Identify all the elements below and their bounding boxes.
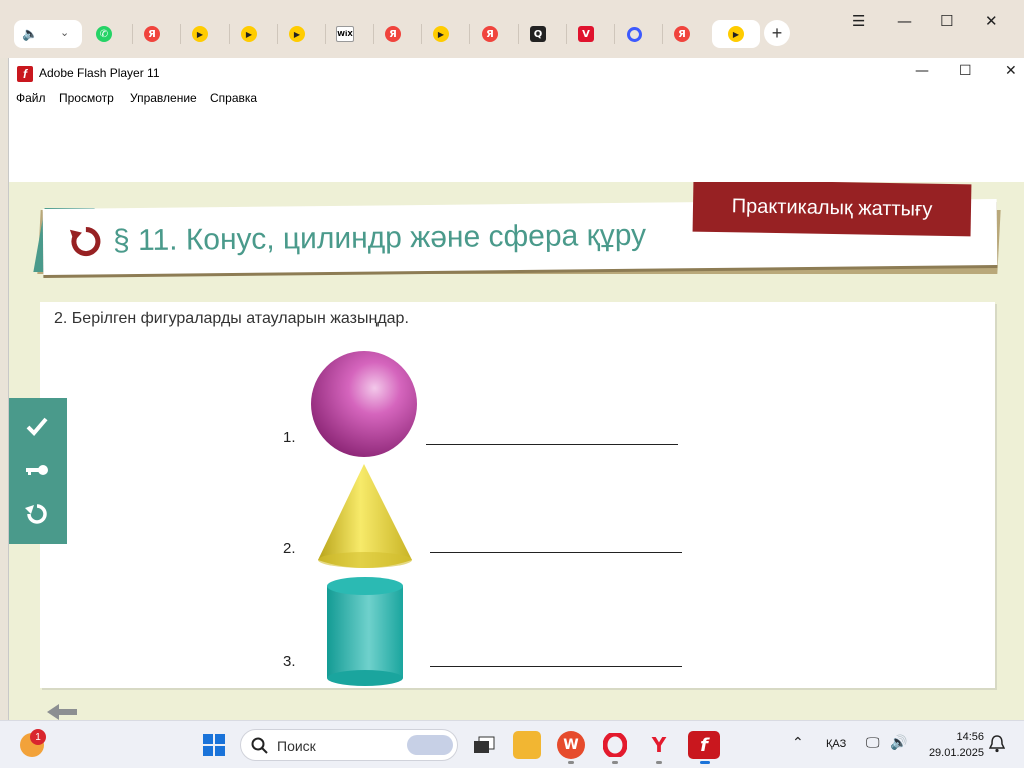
browser-minimize-button[interactable]: — xyxy=(897,12,912,30)
answer-line-2[interactable] xyxy=(430,552,682,553)
whatsapp-icon: ✆ xyxy=(96,26,112,42)
flash-player-window: f Adobe Flash Player 11 — ☐ ✕ Файл Просм… xyxy=(8,58,1024,720)
play-icon: ▶ xyxy=(241,26,257,42)
lesson-heading: § 11. Конус, цилиндр және сфера құру xyxy=(112,218,647,258)
search-highlight-image xyxy=(407,735,453,755)
clock-time: 14:56 xyxy=(956,731,984,743)
windows-start-icon[interactable] xyxy=(202,733,226,757)
cone-shape xyxy=(318,464,412,568)
yandex-browser-icon[interactable]: Y xyxy=(645,731,673,759)
play-icon: ▶ xyxy=(433,26,449,42)
menu-help[interactable]: Справка xyxy=(210,91,257,105)
tab-video-2[interactable]: ▶ xyxy=(225,20,273,48)
check-button[interactable] xyxy=(23,412,51,440)
opera-icon[interactable] xyxy=(601,731,629,759)
menu-control[interactable]: Управление xyxy=(130,91,197,105)
maximize-button[interactable]: ☐ xyxy=(959,63,972,79)
key-button[interactable] xyxy=(23,456,51,484)
menu-bar: Файл Просмотр Управление Справка xyxy=(9,88,1024,108)
tab-video-4[interactable]: ▶ xyxy=(417,20,465,48)
minimize-button[interactable]: — xyxy=(915,63,929,79)
practice-badge-label: Практикалық жаттығу xyxy=(731,194,933,221)
sphere-shape xyxy=(311,351,417,457)
v-icon: V xyxy=(578,26,594,42)
tab-whatsapp[interactable]: ✆ xyxy=(80,20,128,48)
wps-office-icon[interactable]: W xyxy=(557,731,585,759)
notification-count-badge: 1 xyxy=(30,729,46,745)
tab-audio[interactable]: 🔈 ⌄ xyxy=(14,20,82,48)
tab-wix[interactable]: WiX xyxy=(321,20,369,48)
window-title: Adobe Flash Player 11 xyxy=(39,66,160,80)
menu-file[interactable]: Файл xyxy=(16,91,46,105)
tab-yandex-2[interactable]: Я xyxy=(369,20,417,48)
exercise-sheet: 2. Берілген фигураларды атауларын жазыңд… xyxy=(40,302,995,688)
play-icon: ▶ xyxy=(728,26,744,42)
system-clock[interactable]: 14:56 29.01.2025 xyxy=(920,729,984,761)
reset-button[interactable] xyxy=(23,500,51,528)
tab-ring[interactable] xyxy=(610,20,658,48)
undo-icon xyxy=(25,504,47,524)
yandex-icon: Я xyxy=(385,26,401,42)
taskbar-search[interactable]: Поиск xyxy=(240,729,458,761)
menu-view[interactable]: Просмотр xyxy=(59,91,114,105)
tab-q[interactable]: Q xyxy=(514,20,562,48)
window-titlebar: f Adobe Flash Player 11 — ☐ ✕ xyxy=(9,58,1024,88)
side-tool-panel xyxy=(9,398,67,544)
item-number-3: 3. xyxy=(283,653,296,670)
network-icon[interactable]: 🖵 xyxy=(866,734,880,751)
wix-icon: WiX xyxy=(336,26,354,42)
play-icon: ▶ xyxy=(192,26,208,42)
answer-line-3[interactable] xyxy=(430,666,682,667)
tab-video-1[interactable]: ▶ xyxy=(176,20,224,48)
q-icon: Q xyxy=(530,26,546,42)
play-icon: ▶ xyxy=(289,26,305,42)
back-arrow-icon[interactable] xyxy=(47,704,77,720)
tab-yandex-4[interactable]: Я xyxy=(658,20,706,48)
browser-menu-button[interactable]: ☰ xyxy=(852,12,865,30)
cylinder-shape xyxy=(327,577,403,686)
clock-date: 29.01.2025 xyxy=(928,747,984,759)
key-icon xyxy=(26,465,48,475)
search-placeholder: Поиск xyxy=(277,738,316,754)
chevron-down-icon[interactable]: ⌄ xyxy=(60,26,69,39)
browser-close-button[interactable]: ✕ xyxy=(985,12,998,30)
bell-icon[interactable] xyxy=(989,735,1005,753)
checkmark-icon xyxy=(26,417,48,436)
search-icon xyxy=(251,737,268,754)
refresh-icon[interactable] xyxy=(69,224,103,258)
browser-tab-strip: 🔈 ⌄ ✆ Я ▶ ▶ ▶ WiX Я ▶ Я Q V Я ▶ + ☰ — ☐ … xyxy=(0,0,1024,58)
new-tab-button[interactable]: + xyxy=(764,20,790,46)
tab-yandex-3[interactable]: Я xyxy=(466,20,514,48)
task-view-icon[interactable] xyxy=(470,731,498,759)
yandex-icon: Я xyxy=(482,26,498,42)
item-number-2: 2. xyxy=(283,540,296,557)
practice-badge: Практикалық жаттығу xyxy=(692,182,972,237)
tab-yandex-1[interactable]: Я xyxy=(128,20,176,48)
flash-player-taskbar-icon[interactable]: f xyxy=(688,731,720,759)
volume-icon[interactable]: 🔊 xyxy=(890,734,907,751)
flash-stage: § 11. Конус, цилиндр және сфера құру Пра… xyxy=(9,182,1024,720)
file-explorer-icon[interactable] xyxy=(513,731,541,759)
task-text: 2. Берілген фигураларды атауларын жазыңд… xyxy=(54,310,409,327)
flash-logo-icon: f xyxy=(17,66,33,82)
language-indicator[interactable]: ҚАЗ xyxy=(826,738,846,750)
answer-line-1[interactable] xyxy=(426,444,678,445)
tab-video-active[interactable]: ▶ xyxy=(712,20,760,48)
ring-icon xyxy=(626,26,642,42)
chevron-up-icon[interactable]: ⌃ xyxy=(792,735,804,751)
item-number-1: 1. xyxy=(283,429,296,446)
close-button[interactable]: ✕ xyxy=(1005,63,1017,79)
tab-vivaldi[interactable]: V xyxy=(562,20,610,48)
browser-maximize-button[interactable]: ☐ xyxy=(940,12,953,30)
yandex-icon: Я xyxy=(144,26,160,42)
tab-video-3[interactable]: ▶ xyxy=(273,20,321,48)
taskbar: 1 Поиск W Y f ⌃ ҚАЗ 🖵 🔊 14:56 29.01.2025 xyxy=(0,720,1024,768)
yandex-icon: Я xyxy=(674,26,690,42)
speaker-icon[interactable]: 🔈 xyxy=(22,26,38,42)
